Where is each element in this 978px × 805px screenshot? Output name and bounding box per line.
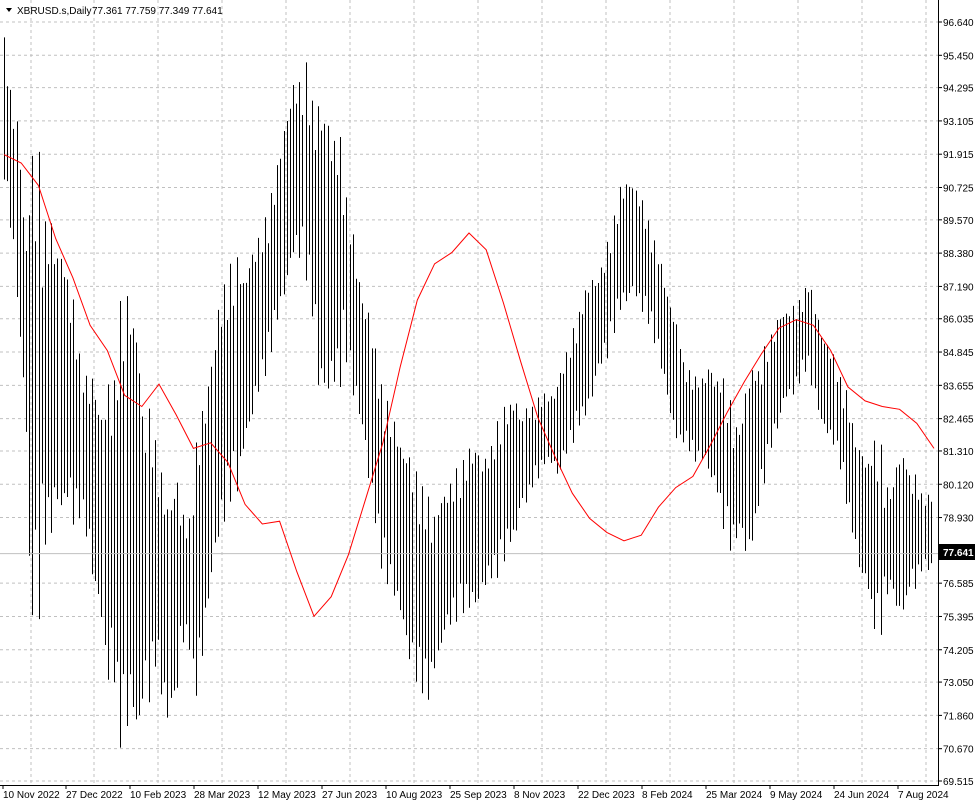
price-chart[interactable]: 96.640 95.450 94.295 93.105 91.915 90.725 89.5… xyxy=(0,0,978,805)
price-tick-label: 93.105 xyxy=(943,117,974,128)
ohlc-values: 77.361 77.759 77.349 77.641 xyxy=(92,6,223,17)
time-tick-label: 28 Mar 2023 xyxy=(194,790,251,801)
price-tick-label: 86.035 xyxy=(943,315,974,326)
price-tick-label: 84.845 xyxy=(943,348,974,359)
time-tick-label: 10 Feb 2023 xyxy=(130,790,187,801)
price-tick-label: 95.450 xyxy=(943,51,974,62)
price-tick-label: 83.655 xyxy=(943,381,974,392)
time-tick-label: 12 May 2023 xyxy=(258,790,316,801)
time-tick-label: 8 Nov 2023 xyxy=(514,790,566,801)
time-tick-label: 24 Jun 2024 xyxy=(834,790,889,801)
time-tick-label: 25 Sep 2023 xyxy=(450,790,507,801)
time-tick-label: 22 Dec 2023 xyxy=(578,790,635,801)
chart-header: XBRUSD.s,Daily 77.361 77.759 77.349 77.6… xyxy=(6,6,223,17)
price-tick-label: 78.930 xyxy=(943,514,974,525)
price-tick-label: 74.205 xyxy=(943,646,974,657)
price-tick-label: 96.640 xyxy=(943,18,974,29)
time-tick-label: 10 Nov 2022 xyxy=(3,790,60,801)
price-tick-label: 81.310 xyxy=(943,447,974,458)
price-tick-label: 94.295 xyxy=(943,84,974,95)
time-tick-label: 7 Aug 2024 xyxy=(898,790,949,801)
price-tick-label: 75.395 xyxy=(943,612,974,623)
last-price-label: 77.641 xyxy=(943,548,974,559)
time-tick-label: 10 Aug 2023 xyxy=(386,790,443,801)
time-tick-label: 8 Feb 2024 xyxy=(642,790,693,801)
price-tick-label: 82.465 xyxy=(943,415,974,426)
price-tick-label: 76.585 xyxy=(943,579,974,590)
price-tick-label: 73.050 xyxy=(943,678,974,689)
price-tick-label: 89.570 xyxy=(943,216,974,227)
time-tick-label: 25 Mar 2024 xyxy=(706,790,763,801)
last-price-badge: 77.641 xyxy=(939,544,975,560)
time-tick-label: 9 May 2024 xyxy=(770,790,823,801)
price-tick-label: 91.915 xyxy=(943,150,974,161)
price-tick-label: 70.670 xyxy=(943,745,974,756)
symbol-label: XBRUSD.s,Daily xyxy=(17,6,91,17)
time-tick-label: 27 Dec 2022 xyxy=(66,790,123,801)
price-tick-label: 71.860 xyxy=(943,711,974,722)
price-tick-label: 87.190 xyxy=(943,282,974,293)
price-tick-label: 90.725 xyxy=(943,184,974,195)
price-tick-label: 69.515 xyxy=(943,777,974,788)
price-tick-label: 80.120 xyxy=(943,480,974,491)
price-tick-label: 88.380 xyxy=(943,249,974,260)
time-tick-label: 27 Jun 2023 xyxy=(322,790,377,801)
